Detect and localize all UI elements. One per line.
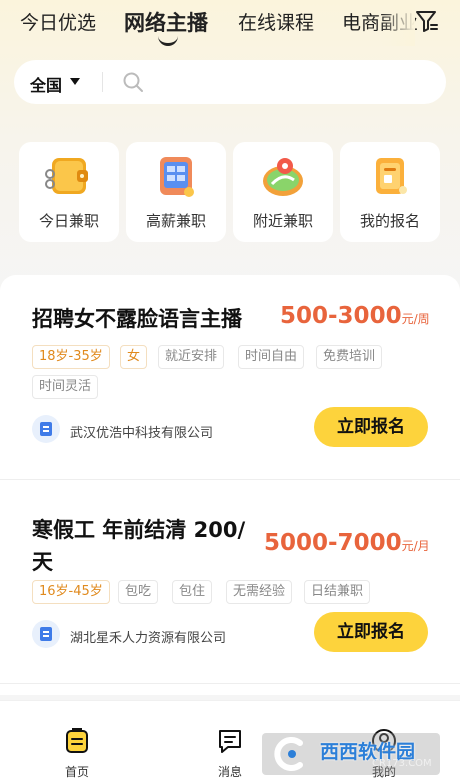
nav-messages[interactable]: 消息 [200, 727, 260, 780]
category-nearby-jobs[interactable]: 附近兼职 [233, 142, 333, 242]
watermark-url: CR173.COM [372, 758, 432, 769]
category-high-pay-jobs[interactable]: 高薪兼职 [126, 142, 226, 242]
message-icon [219, 730, 241, 753]
apply-button[interactable]: 立即报名 [314, 407, 428, 447]
salary-range: 500-3000 [280, 303, 402, 329]
clipboard-icon [376, 158, 407, 194]
tag-gender: 女 [120, 345, 148, 369]
nav-label: 消息 [217, 765, 242, 779]
salary-board-icon [160, 157, 194, 197]
tag: 就近安排 [158, 345, 225, 369]
company-logo [32, 620, 60, 648]
salary-range: 5000-7000 [264, 530, 402, 556]
active-tab-indicator [158, 36, 178, 46]
salary-unit: 元/月 [401, 539, 430, 553]
tag: 免费培训 [316, 345, 383, 369]
region-selector[interactable]: 全国 [30, 72, 62, 96]
category-label: 高薪兼职 [145, 212, 206, 230]
top-tabs: 今日优选 网络主播 在线课程 电商副业 [0, 0, 460, 52]
job-title: 寒假工 年前结清 200/ 天 [32, 514, 245, 578]
tab-fade [380, 0, 415, 46]
tag: 包住 [172, 580, 213, 604]
tag: 包吃 [118, 580, 159, 604]
company-name: 武汉优浩中科技有限公司 [70, 426, 214, 441]
tab-live-streamer[interactable]: 网络主播 [124, 7, 208, 37]
job-salary: 500-3000元/周 [280, 303, 430, 329]
job-divider [0, 479, 460, 480]
home-icon [66, 728, 88, 753]
company-logo [32, 415, 60, 443]
tag-age: 18岁-35岁 [32, 345, 110, 369]
apply-button[interactable]: 立即报名 [314, 612, 428, 652]
category-today-jobs[interactable]: 今日兼职 [19, 142, 119, 242]
job-divider [0, 683, 460, 684]
map-pin-icon [263, 158, 303, 196]
search-bar: 全国 [14, 60, 446, 104]
salary-unit: 元/周 [401, 312, 430, 326]
category-label: 今日兼职 [38, 212, 99, 230]
tab-today-picks[interactable]: 今日优选 [20, 8, 96, 35]
tag-age: 16岁-45岁 [32, 580, 110, 604]
search-divider [102, 72, 103, 92]
company-name: 湖北星禾人力资源有限公司 [70, 631, 227, 646]
nav-label: 首页 [64, 765, 89, 779]
tab-online-courses[interactable]: 在线课程 [238, 8, 314, 35]
watermark-logo [274, 737, 303, 771]
category-my-applications[interactable]: 我的报名 [340, 142, 440, 242]
category-label: 我的报名 [359, 212, 420, 230]
filter-icon[interactable] [414, 8, 440, 34]
wallet-icon [45, 158, 88, 194]
job-title-line: 天 [32, 550, 53, 574]
category-label: 附近兼职 [252, 212, 313, 230]
job-title-line: 寒假工 年前结清 200/ [32, 518, 246, 542]
nav-home[interactable]: 首页 [47, 727, 107, 780]
tag: 日结兼职 [304, 580, 371, 604]
caret-down-icon[interactable] [70, 78, 80, 85]
tag: 无需经验 [226, 580, 293, 604]
tag: 时间灵活 [32, 375, 99, 399]
job-title: 招聘女不露脸语言主播 [32, 307, 242, 331]
job-list: 招聘女不露脸语言主播 500-3000元/周 18岁-35岁 女 就近安排 时间… [0, 275, 460, 695]
tag: 时间自由 [238, 345, 305, 369]
job-salary: 5000-7000元/月 [264, 530, 430, 556]
watermark: 西西软件园 CR173.COM [262, 733, 440, 775]
search-icon[interactable] [122, 71, 144, 93]
